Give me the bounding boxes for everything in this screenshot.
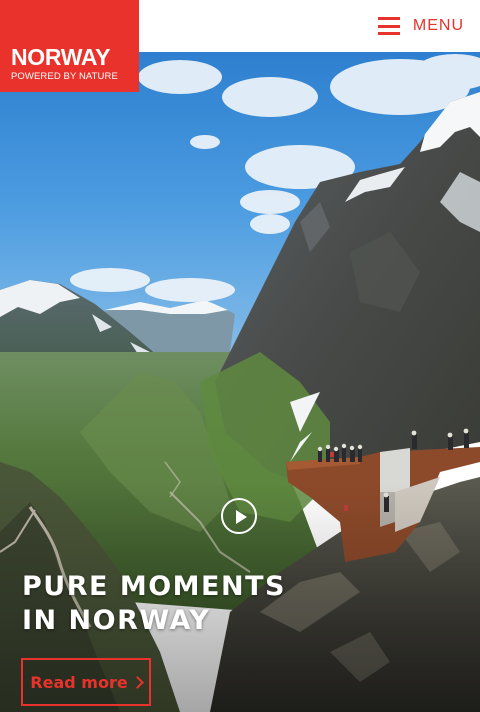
logo-tagline: POWERED BY NATURE — [11, 71, 118, 82]
play-video-button[interactable] — [221, 498, 257, 534]
hero-banner: PURE MOMENTS IN NORWAY Read more — [0, 52, 480, 712]
read-more-label[interactable]: Read more — [30, 673, 127, 692]
play-icon[interactable] — [236, 510, 247, 524]
menu-label[interactable]: MENU — [413, 17, 464, 35]
norway-logo[interactable]: NORWAY POWERED BY NATURE — [0, 0, 139, 92]
menu-button[interactable]: MENU — [377, 13, 464, 39]
read-more-button[interactable]: Read more — [21, 658, 151, 706]
chevron-right-icon — [130, 676, 144, 689]
hamburger-icon[interactable] — [377, 17, 400, 35]
hero-title: PURE MOMENTS IN NORWAY — [22, 570, 286, 638]
hero-title-line-2: IN NORWAY — [22, 605, 211, 636]
hero-title-line-1: PURE MOMENTS — [22, 571, 286, 602]
page: MENU NORWAY POWERED BY NATURE PURE MOMEN… — [0, 0, 480, 712]
logo-title: NORWAY — [11, 44, 111, 70]
